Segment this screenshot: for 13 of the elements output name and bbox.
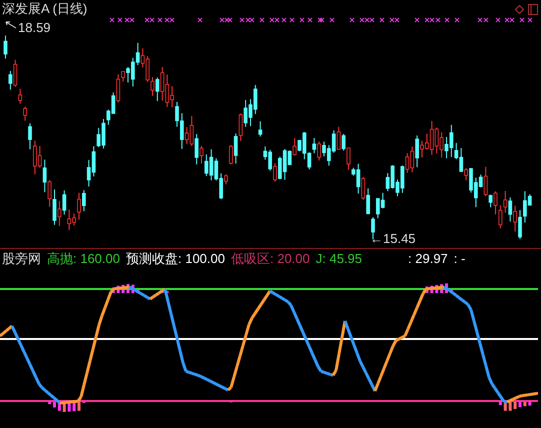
indicator-value: 低吸区: 20.00 [231,250,310,268]
diamond-icon [515,5,524,14]
indicator-value: : - [454,250,466,268]
low-price-label: ←15.45 [370,232,416,246]
window-icon [528,4,538,15]
indicator-value: J: 45.95 [316,250,362,268]
indicator-value: 预测收盘: 100.00 [126,250,225,268]
chart-title: 深发展A (日线) [2,1,88,16]
indicator-value: 高抛: 160.00 [47,250,120,268]
indicator-value: : 29.97 [408,250,448,268]
indicator-name: 股旁网 [2,250,41,268]
arrow-icon [5,21,17,29]
high-price-label: 18.59 [18,21,51,35]
